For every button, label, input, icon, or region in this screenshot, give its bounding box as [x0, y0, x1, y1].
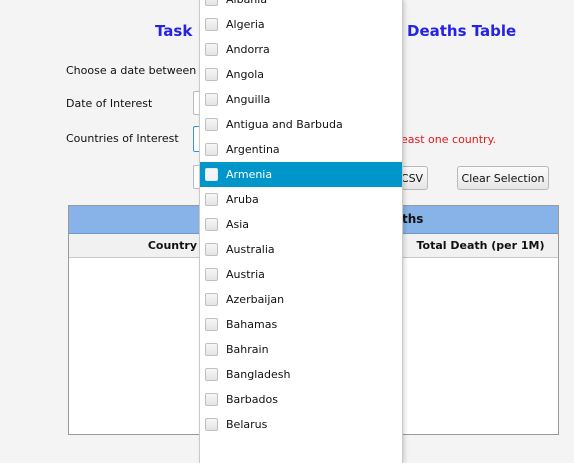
checkbox[interactable] [205, 318, 218, 331]
checkbox[interactable] [205, 343, 218, 356]
country-option-label: Argentina [226, 143, 280, 156]
country-option[interactable]: Asia [200, 212, 402, 237]
countries-of-interest-label: Countries of Interest [66, 132, 179, 145]
country-option-label: Azerbaijan [226, 293, 285, 306]
checkbox[interactable] [205, 93, 218, 106]
checkbox[interactable] [205, 293, 218, 306]
country-option[interactable]: Azerbaijan [200, 287, 402, 312]
country-option-label: Algeria [226, 18, 265, 31]
checkbox[interactable] [205, 43, 218, 56]
country-option-label: Austria [226, 268, 265, 281]
country-option-label: Albania [226, 0, 267, 6]
checkbox[interactable] [205, 393, 218, 406]
country-option-label: Anguilla [226, 93, 271, 106]
checkbox[interactable] [205, 0, 218, 6]
country-option[interactable]: Barbados [200, 387, 402, 412]
table-title: ths [402, 212, 424, 226]
page-title-right: Deaths Table [407, 22, 517, 40]
countries-dropdown-list[interactable]: Albania Algeria Andorra Angola Anguilla Antig… [199, 0, 403, 463]
country-option[interactable]: Bahamas [200, 312, 402, 337]
country-option[interactable]: Belarus [200, 412, 402, 437]
country-option-label: Australia [226, 243, 275, 256]
page-title-left: Task [155, 22, 193, 40]
country-option[interactable]: Aruba [200, 187, 402, 212]
checkbox[interactable] [205, 218, 218, 231]
country-option[interactable]: Algeria [200, 12, 402, 37]
country-option[interactable]: Australia [200, 237, 402, 262]
country-option-label: Antigua and Barbuda [226, 118, 343, 131]
country-option[interactable]: Argentina [200, 137, 402, 162]
checkbox[interactable] [205, 243, 218, 256]
country-option[interactable]: Angola [200, 62, 402, 87]
country-option[interactable]: Antigua and Barbuda [200, 112, 402, 137]
country-option-label: Asia [226, 218, 250, 231]
country-option-label: Angola [226, 68, 265, 81]
checkbox[interactable] [205, 368, 218, 381]
country-option-label: Aruba [226, 193, 259, 206]
column-header-total-death[interactable]: Total Death (per 1M) [402, 234, 558, 258]
validation-warning: east one country. [401, 133, 497, 146]
country-option-label: Belarus [226, 418, 268, 431]
column-header-country[interactable]: Country [69, 234, 203, 258]
country-option[interactable]: Albania [200, 0, 402, 12]
checkbox[interactable] [205, 118, 218, 131]
checkbox[interactable] [205, 68, 218, 81]
country-option[interactable]: Anguilla [200, 87, 402, 112]
country-option[interactable]: Austria [200, 262, 402, 287]
country-option-label: Bahrain [226, 343, 269, 356]
country-option[interactable]: Bahrain [200, 337, 402, 362]
clear-selection-button[interactable]: Clear Selection [457, 166, 549, 190]
date-of-interest-label: Date of Interest [66, 97, 153, 110]
date-prompt-label: Choose a date between 1, [66, 64, 211, 77]
country-option[interactable]: Andorra [200, 37, 402, 62]
country-option[interactable]: Bangladesh [200, 362, 402, 387]
country-option-label: Bangladesh [226, 368, 291, 381]
country-option[interactable]: Armenia [200, 162, 402, 187]
checkbox[interactable] [205, 168, 218, 181]
country-option-label: Bahamas [226, 318, 278, 331]
country-option-label: Andorra [226, 43, 270, 56]
checkbox[interactable] [205, 143, 218, 156]
checkbox[interactable] [205, 18, 218, 31]
checkbox[interactable] [205, 418, 218, 431]
checkbox[interactable] [205, 268, 218, 281]
country-option-label: Barbados [226, 393, 278, 406]
checkbox[interactable] [205, 193, 218, 206]
country-option-label: Armenia [226, 168, 273, 181]
